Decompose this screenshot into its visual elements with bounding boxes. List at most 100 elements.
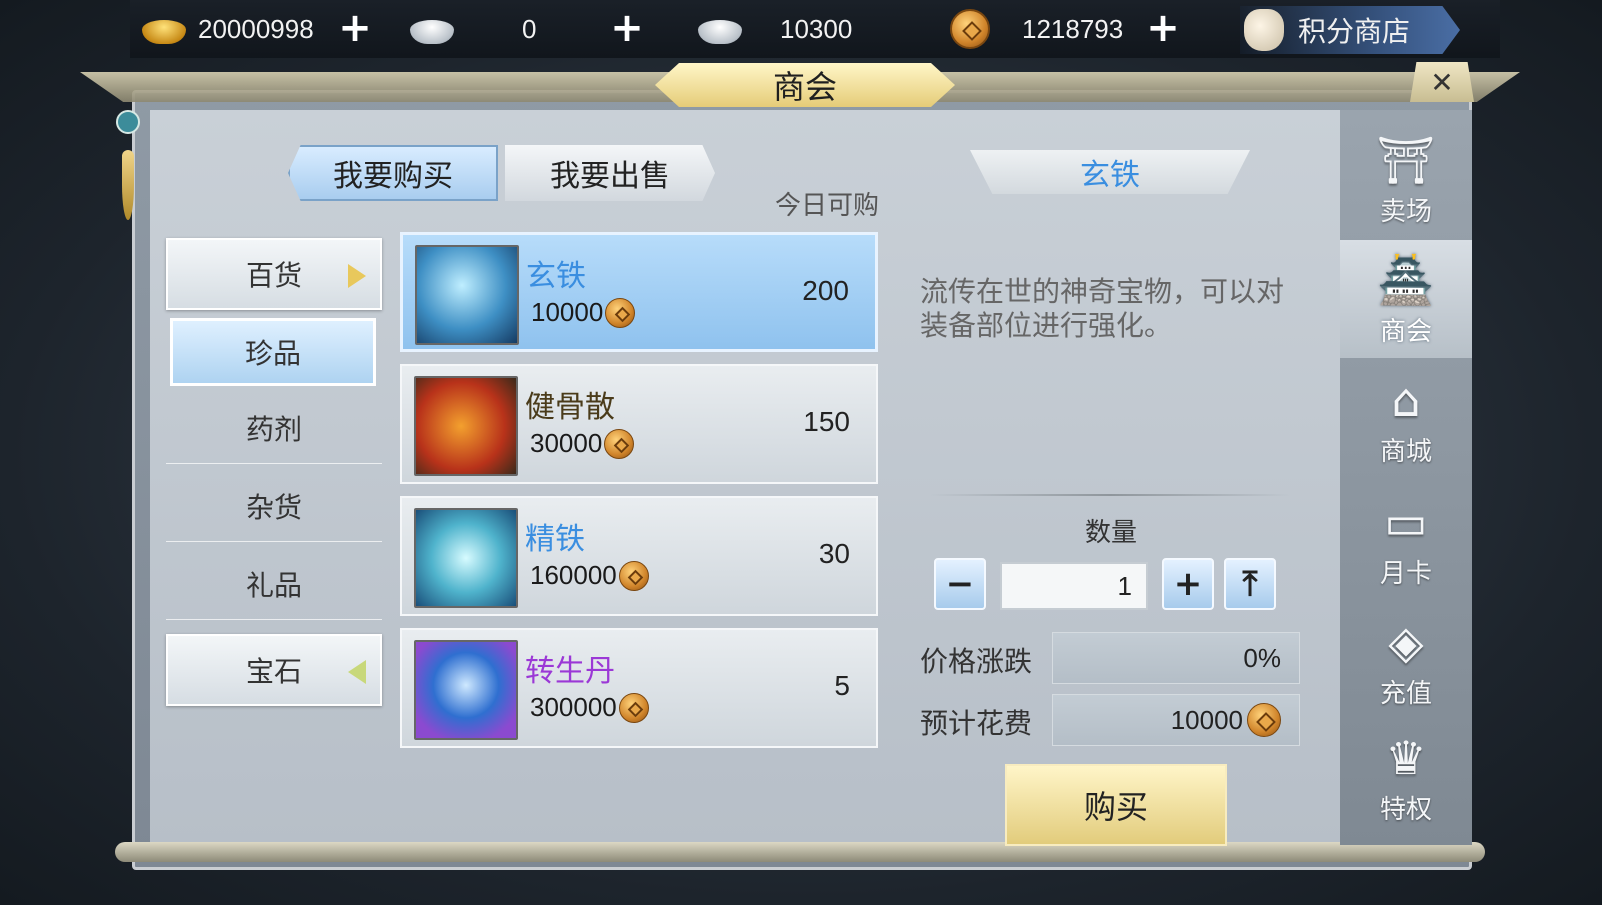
sidebar-item-privilege[interactable]: ♛ 特权 (1340, 718, 1472, 836)
collapse-arrow-icon (348, 660, 366, 684)
minus-icon: − (945, 564, 975, 604)
list-item[interactable]: 转生丹 300000 5 (400, 628, 878, 748)
copper-coin-icon (1247, 703, 1281, 737)
quantity-label: 数量 (1085, 518, 1138, 548)
category-gifts[interactable]: 礼品 (166, 548, 382, 620)
decrease-quantity-button[interactable]: − (934, 558, 986, 610)
item-price: 30000 (530, 428, 635, 459)
panel-title-plate: 商会 (655, 63, 955, 107)
copper-coin-icon (618, 692, 649, 723)
sidebar-item-label: 充值 (1379, 679, 1432, 709)
gold-ingot-icon (140, 12, 186, 46)
recharge-icon: ◈ (1388, 615, 1424, 669)
price-change-value-box: 0% (1052, 632, 1300, 684)
sidebar-item-recharge[interactable]: ◈ 充值 (1340, 602, 1472, 720)
category-label: 宝石 (245, 655, 302, 688)
month-card-icon: ▭ (1384, 495, 1428, 549)
max-arrow-icon: ⤒ (1242, 564, 1258, 604)
estimated-cost-value: 10000 (1170, 704, 1243, 735)
sidebar-item-label: 卖场 (1379, 197, 1432, 227)
gold-currency: 20000998 (140, 8, 314, 50)
scroll-bottom-rod (115, 842, 1485, 862)
list-item[interactable]: 健骨散 30000 150 (400, 364, 878, 484)
privilege-icon: ♛ (1385, 731, 1427, 785)
panel-title: 商会 (772, 68, 837, 106)
price-change-label: 价格涨跌 (920, 645, 1033, 678)
shop-stall-icon: ⌂ (1391, 373, 1421, 427)
gold-value: 20000998 (198, 13, 314, 44)
list-item[interactable]: 精铁 160000 30 (400, 496, 878, 616)
tab-buy[interactable]: 我要购买 (288, 145, 498, 201)
copper-coin-icon (605, 297, 636, 328)
guild-hall-icon: 🏯 (1377, 253, 1435, 307)
silver-currency: 0 (408, 8, 536, 50)
sidebar-item-label: 特权 (1379, 795, 1432, 825)
copper-coin-icon (604, 428, 635, 459)
expand-arrow-icon (348, 264, 366, 288)
category-label: 珍品 (244, 337, 301, 370)
item-price-value: 160000 (530, 560, 617, 590)
increase-quantity-button[interactable]: + (1162, 558, 1214, 610)
item-name: 健骨散 (525, 390, 615, 425)
category-gems[interactable]: 宝石 (166, 634, 382, 706)
category-sundries[interactable]: 杂货 (166, 470, 382, 542)
sidebar-item-label: 商城 (1379, 437, 1432, 467)
item-price: 10000 (531, 297, 636, 328)
pouch-icon (414, 376, 518, 476)
list-item[interactable]: 玄铁 10000 200 (400, 232, 878, 352)
mystic-iron-icon (415, 245, 519, 345)
sidebar-item-label: 月卡 (1379, 559, 1432, 589)
category-label: 杂货 (245, 490, 302, 524)
silver-ingot-icon (408, 12, 454, 46)
today-available-label: 今日可购 (775, 191, 880, 221)
silver-value: 0 (522, 13, 537, 44)
tassel-ornament (116, 110, 140, 220)
item-quantity: 5 (834, 670, 850, 701)
divider (930, 494, 1290, 496)
quantity-input[interactable]: 1 (1000, 562, 1148, 610)
add-copper-button[interactable]: + (1146, 8, 1180, 48)
sidebar-item-label: 商会 (1379, 317, 1432, 347)
category-general-goods[interactable]: 百货 (166, 238, 382, 310)
points-shop-label: 积分商店 (1298, 15, 1411, 48)
max-quantity-button[interactable]: ⤒ (1224, 558, 1276, 610)
add-gold-button[interactable]: + (338, 8, 372, 48)
category-potions[interactable]: 药剂 (166, 392, 382, 464)
item-price-value: 30000 (530, 428, 603, 458)
price-change-value: 0% (1243, 642, 1281, 673)
category-treasures[interactable]: 珍品 (170, 318, 376, 386)
item-quantity: 150 (803, 406, 850, 437)
sidebar-item-market[interactable]: ⛩ 卖场 (1340, 120, 1472, 238)
buy-button[interactable]: 购买 (1005, 764, 1227, 846)
rebirth-pill-icon (414, 640, 518, 740)
close-icon: ✕ (1430, 65, 1454, 99)
item-name: 玄铁 (526, 259, 586, 294)
points-shop-button[interactable]: 积分商店 (1240, 6, 1460, 54)
estimated-cost-box: 10000 (1052, 694, 1300, 746)
refined-iron-icon (414, 508, 518, 608)
detail-description: 流传在世的神奇宝物，可以对装备部位进行强化。 (920, 275, 1285, 342)
item-quantity: 200 (802, 275, 849, 306)
item-quantity: 30 (818, 538, 850, 569)
item-price: 160000 (530, 560, 649, 591)
item-price-value: 10000 (531, 297, 604, 327)
category-label: 礼品 (245, 568, 302, 602)
copper-coin-icon (618, 560, 649, 591)
copper-currency: 1218793 (950, 8, 1123, 50)
item-name: 精铁 (525, 522, 585, 557)
category-label: 百货 (245, 259, 302, 292)
item-price-value: 300000 (530, 692, 617, 722)
sidebar-item-month-card[interactable]: ▭ 月卡 (1340, 482, 1472, 600)
money-bag-icon (1244, 9, 1284, 51)
add-silver-button[interactable]: + (610, 8, 644, 48)
sidebar-item-mall[interactable]: ⌂ 商城 (1340, 360, 1472, 478)
copper-coin-icon (950, 9, 990, 49)
tab-sell[interactable]: 我要出售 (505, 145, 715, 201)
market-icon: ⛩ (1376, 133, 1436, 187)
close-button[interactable]: ✕ (1410, 62, 1474, 102)
item-name: 转生丹 (525, 654, 615, 689)
category-list: 百货 珍品 药剂 杂货 礼品 宝石 (166, 238, 384, 838)
sidebar-item-guild[interactable]: 🏯 商会 (1340, 240, 1472, 358)
category-label: 药剂 (245, 412, 302, 446)
plus-icon: + (1173, 564, 1203, 604)
